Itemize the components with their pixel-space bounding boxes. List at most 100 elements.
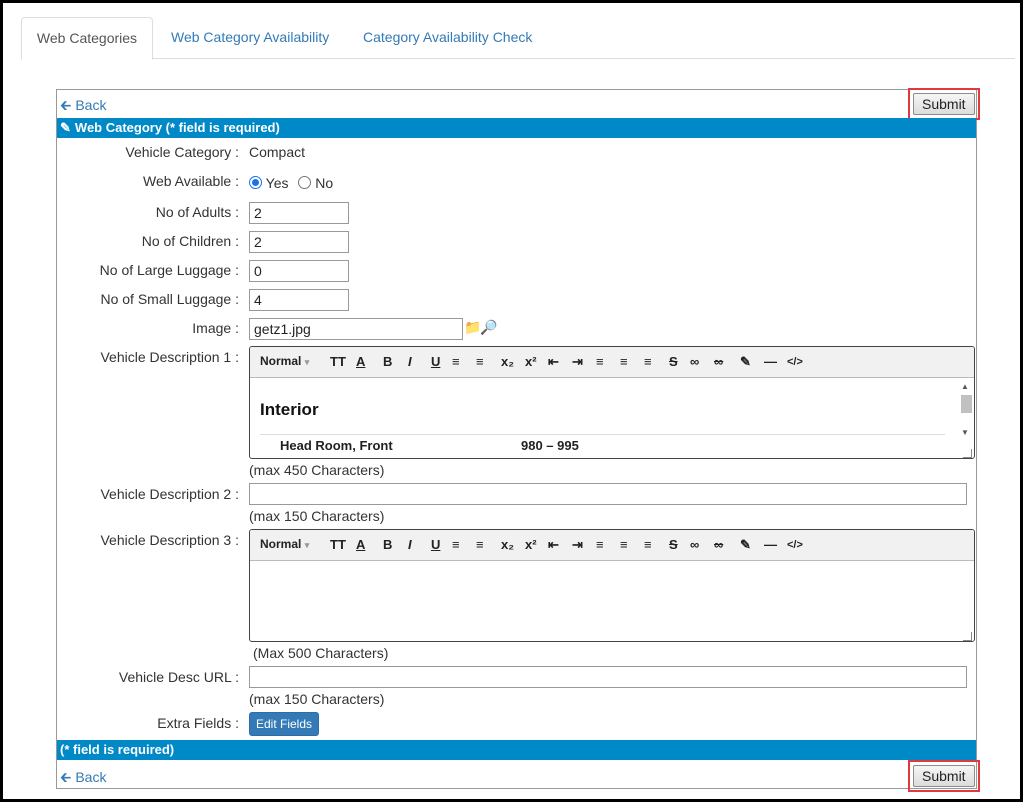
back-label: Back: [75, 97, 107, 113]
link-icon[interactable]: ∞: [690, 354, 699, 369]
scroll-up-icon[interactable]: ▲: [961, 382, 969, 391]
font-size-icon[interactable]: TT: [330, 354, 346, 369]
align-center-icon[interactable]: ≡: [620, 537, 628, 552]
strikethrough-icon[interactable]: S: [669, 537, 678, 552]
desc1-divider: [260, 434, 945, 435]
desc-url-hint: (max 150 Characters): [249, 691, 385, 707]
desc-url-label: Vehicle Desc URL :: [118, 669, 239, 685]
eraser-icon[interactable]: ✎: [740, 354, 751, 370]
ordered-list-icon[interactable]: ≡: [452, 354, 460, 369]
source-code-icon[interactable]: </>: [787, 356, 803, 368]
large-luggage-input[interactable]: [249, 260, 349, 282]
desc3-editor[interactable]: Normal ▾ TT A B I U ≡ ≡ x₂ x² ⇤ ⇥ ≡ ≡ ≡ …: [249, 529, 975, 642]
arrow-left-icon: 🡰: [60, 97, 72, 113]
italic-icon[interactable]: I: [408, 537, 412, 552]
desc1-content[interactable]: Interior Head Room, Front 980 – 995 ▲ ▼: [250, 378, 974, 458]
edit-fields-button[interactable]: Edit Fields: [249, 712, 320, 736]
resize-grip-icon[interactable]: [963, 449, 972, 458]
format-dropdown[interactable]: Normal ▾: [260, 354, 309, 368]
desc2-label: Vehicle Description 2 :: [100, 486, 239, 502]
italic-icon[interactable]: I: [408, 354, 412, 369]
subscript-icon[interactable]: x₂: [501, 537, 514, 552]
desc1-heading: Interior: [260, 400, 319, 419]
horizontal-rule-icon[interactable]: —: [764, 354, 777, 369]
desc2-input[interactable]: [249, 483, 967, 505]
arrow-left-icon: 🡰: [60, 769, 72, 785]
bold-icon[interactable]: B: [383, 354, 392, 369]
pencil-icon: ✎: [60, 120, 71, 135]
link-icon[interactable]: ∞: [690, 537, 699, 552]
font-size-icon[interactable]: TT: [330, 537, 346, 552]
radio-yes-label: Yes: [265, 175, 289, 191]
vehicle-category-label: Vehicle Category :: [125, 144, 239, 160]
web-category-form: 🡰 Back Submit ✎ Web Category (* field is r…: [56, 88, 980, 792]
format-dropdown[interactable]: Normal ▾: [260, 537, 309, 551]
indent-icon[interactable]: ⇥: [572, 354, 583, 370]
underline-icon[interactable]: U: [431, 537, 440, 552]
children-input[interactable]: [249, 231, 349, 253]
indent-icon[interactable]: ⇥: [572, 537, 583, 553]
web-available-radios: Yes No: [249, 175, 333, 191]
desc-url-input[interactable]: [249, 666, 967, 688]
dropdown-arrow-icon: ▾: [304, 540, 310, 550]
desc1-toolbar: Normal ▾ TT A B I U ≡ ≡ x₂ x² ⇤ ⇥ ≡ ≡ ≡ …: [250, 347, 974, 378]
ordered-list-icon[interactable]: ≡: [452, 537, 460, 552]
strikethrough-icon[interactable]: S: [669, 354, 678, 369]
eraser-icon[interactable]: ✎: [740, 537, 751, 553]
font-color-icon[interactable]: A: [356, 354, 365, 369]
radio-no[interactable]: [298, 176, 312, 189]
align-left-icon[interactable]: ≡: [596, 354, 604, 369]
align-right-icon[interactable]: ≡: [644, 354, 652, 369]
bullet-list-icon[interactable]: ≡: [476, 537, 484, 552]
superscript-icon[interactable]: x²: [525, 537, 537, 552]
desc1-editor[interactable]: Normal ▾ TT A B I U ≡ ≡ x₂ x² ⇤ ⇥ ≡ ≡ ≡ …: [249, 346, 975, 459]
submit-button-bottom[interactable]: Submit: [913, 765, 975, 787]
back-link-bottom[interactable]: 🡰 Back: [60, 767, 106, 791]
outdent-icon[interactable]: ⇤: [548, 354, 559, 370]
radio-yes[interactable]: [249, 176, 262, 189]
tab-category-availability-check[interactable]: Category Availability Check: [363, 17, 532, 57]
tab-web-categories[interactable]: Web Categories: [21, 17, 153, 60]
outdent-icon[interactable]: ⇤: [548, 537, 559, 553]
unlink-icon[interactable]: ∞: [714, 537, 723, 552]
desc1-row-value: 980 – 995: [521, 438, 579, 453]
align-left-icon[interactable]: ≡: [596, 537, 604, 552]
desc3-content[interactable]: [250, 561, 974, 641]
horizontal-rule-icon[interactable]: —: [764, 537, 777, 552]
submit-highlight-top: Submit: [908, 88, 980, 120]
superscript-icon[interactable]: x²: [525, 354, 537, 369]
underline-icon[interactable]: U: [431, 354, 440, 369]
image-input[interactable]: [249, 318, 463, 340]
form-footer-bar: (* field is required): [57, 740, 976, 760]
folder-icon[interactable]: 📁: [464, 319, 481, 336]
dropdown-arrow-icon: ▾: [304, 357, 310, 367]
tab-web-category-availability[interactable]: Web Category Availability: [171, 17, 329, 57]
align-right-icon[interactable]: ≡: [644, 537, 652, 552]
desc3-hint: (Max 500 Characters): [253, 645, 389, 661]
adults-input[interactable]: [249, 202, 349, 224]
children-label: No of Children :: [141, 233, 239, 249]
scroll-down-icon[interactable]: ▼: [961, 428, 969, 437]
font-color-icon[interactable]: A: [356, 537, 365, 552]
bullet-list-icon[interactable]: ≡: [476, 354, 484, 369]
desc1-label: Vehicle Description 1 :: [100, 349, 239, 365]
tab-bar: Web Categories Web Category Availability…: [21, 17, 1015, 60]
submit-button-top[interactable]: Submit: [913, 93, 975, 115]
subscript-icon[interactable]: x₂: [501, 354, 514, 369]
scroll-thumb[interactable]: [961, 395, 972, 413]
source-code-icon[interactable]: </>: [787, 539, 803, 551]
desc1-scrollbar[interactable]: ▲ ▼: [960, 380, 972, 458]
small-luggage-input[interactable]: [249, 289, 349, 311]
resize-grip-icon[interactable]: [963, 632, 972, 641]
form-header-title: Web Category (* field is required): [74, 120, 280, 135]
format-label: Normal: [260, 537, 302, 551]
desc3-label: Vehicle Description 3 :: [100, 532, 239, 548]
format-label: Normal: [260, 354, 302, 368]
bold-icon[interactable]: B: [383, 537, 392, 552]
magnifier-icon[interactable]: 🔎: [480, 319, 497, 336]
unlink-icon[interactable]: ∞: [714, 354, 723, 369]
align-center-icon[interactable]: ≡: [620, 354, 628, 369]
desc3-toolbar: Normal ▾ TT A B I U ≡ ≡ x₂ x² ⇤ ⇥ ≡ ≡ ≡ …: [250, 530, 974, 561]
desc2-hint: (max 150 Characters): [249, 508, 385, 524]
back-link-top[interactable]: 🡰 Back: [60, 95, 106, 119]
